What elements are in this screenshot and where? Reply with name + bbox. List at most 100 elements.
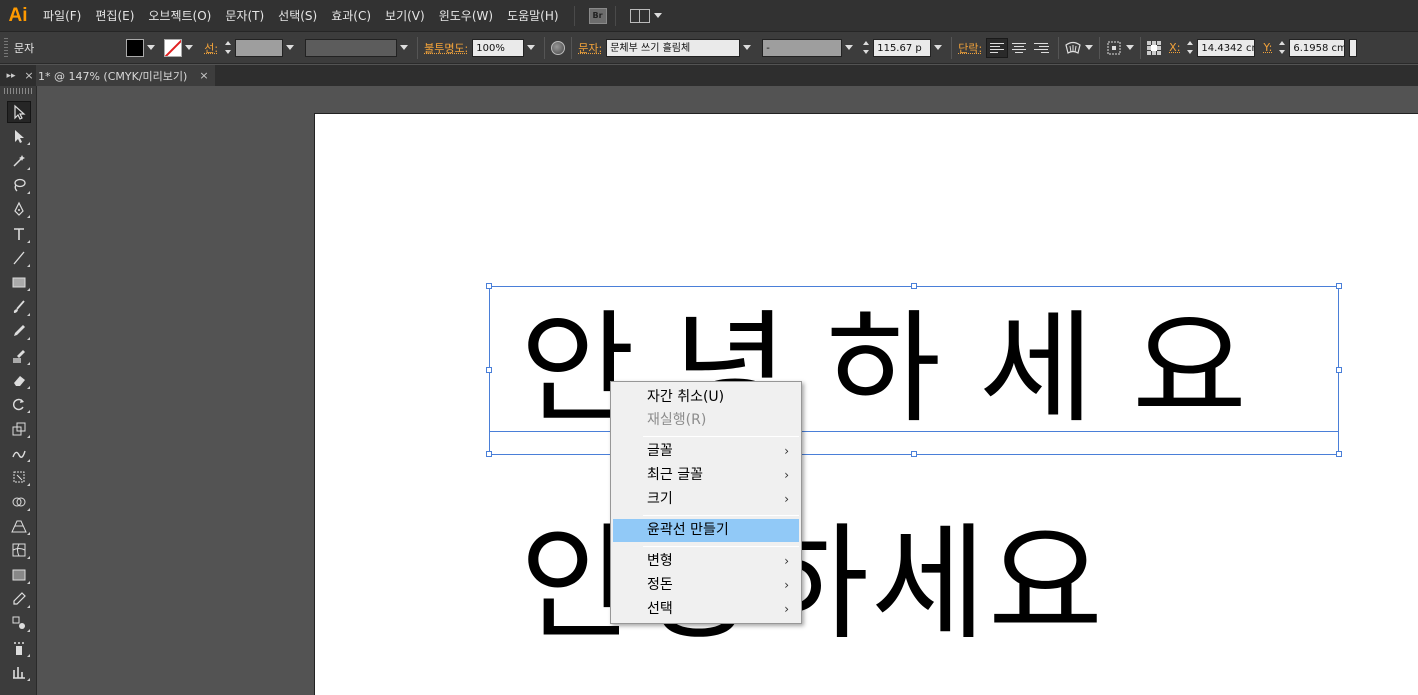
menu-item-label: 글꼴: [647, 443, 673, 459]
resize-handle[interactable]: [486, 367, 492, 373]
menu-file[interactable]: 파일(F): [36, 0, 88, 32]
canvas-text-line-2[interactable]: 안녕하세요: [520, 500, 1105, 670]
eraser-tool[interactable]: [7, 369, 31, 391]
scale-tool[interactable]: [7, 418, 31, 440]
align-objects-button[interactable]: [1106, 38, 1135, 58]
document-tab[interactable]: 1* @ 147% (CMYK/미리보기) ×: [36, 65, 215, 86]
x-field[interactable]: 14.4342 cm: [1197, 38, 1256, 57]
paragraph-label[interactable]: 단락:: [958, 40, 982, 56]
font-style-dropdown[interactable]: [842, 39, 856, 57]
blob-brush-tool[interactable]: [7, 345, 31, 367]
pen-tool[interactable]: [7, 198, 31, 220]
resize-handle[interactable]: [1336, 283, 1342, 289]
menu-object[interactable]: 오브젝트(O): [141, 0, 218, 32]
font-family-dropdown[interactable]: [740, 39, 754, 57]
column-graph-tool[interactable]: [7, 661, 31, 683]
bridge-button[interactable]: Br: [588, 6, 607, 26]
align-center-button[interactable]: [1008, 38, 1030, 58]
symbol-sprayer-tool[interactable]: [7, 637, 31, 659]
context-menu-item-transform[interactable]: 변형 ›: [613, 550, 799, 573]
character-label[interactable]: 문자:: [578, 40, 602, 56]
context-menu-item-undo-kerning[interactable]: 자간 취소(U): [613, 386, 799, 409]
mesh-tool[interactable]: [7, 539, 31, 561]
rotate-tool[interactable]: [7, 393, 31, 415]
opacity-field[interactable]: 100%: [472, 38, 525, 57]
selection-tool[interactable]: [7, 101, 31, 123]
font-family-field[interactable]: 문체부 쓰기 흘림체: [606, 38, 741, 57]
collapse-panels-icon[interactable]: ▸▸: [0, 65, 22, 86]
menu-type[interactable]: 문자(T): [218, 0, 271, 32]
envelope-warp-button[interactable]: [1065, 38, 1094, 58]
close-panel-icon[interactable]: ×: [22, 65, 36, 86]
align-left-button[interactable]: [986, 37, 1009, 58]
fill-swatch[interactable]: [126, 38, 145, 57]
paintbrush-tool[interactable]: [7, 296, 31, 318]
opacity-dropdown[interactable]: [524, 39, 538, 57]
document-tab-title: 1* @ 147% (CMYK/미리보기): [38, 69, 188, 83]
stroke-swatch[interactable]: [164, 38, 183, 57]
panel-grip[interactable]: [4, 88, 32, 94]
close-tab-icon[interactable]: ×: [199, 69, 208, 82]
profile-dropdown[interactable]: [397, 39, 411, 57]
font-size-stepper[interactable]: [860, 39, 872, 57]
stroke-dropdown[interactable]: [182, 39, 196, 57]
context-menu-item-select[interactable]: 선택 ›: [613, 598, 799, 621]
font-size-dropdown[interactable]: [931, 39, 945, 57]
y-label[interactable]: Y:: [1263, 41, 1272, 54]
opacity-label[interactable]: 불투명도:: [424, 40, 468, 56]
align-right-button[interactable]: [1030, 38, 1052, 58]
menu-effect[interactable]: 효과(C): [324, 0, 378, 32]
stroke-weight-field[interactable]: [235, 38, 284, 57]
context-menu-item-arrange[interactable]: 정돈 ›: [613, 574, 799, 597]
magic-wand-tool[interactable]: [7, 150, 31, 172]
warp-tool[interactable]: [7, 442, 31, 464]
y-stepper[interactable]: [1276, 39, 1288, 57]
submenu-arrow-icon: ›: [784, 468, 789, 482]
resize-handle[interactable]: [911, 283, 917, 289]
arrange-documents-button[interactable]: [629, 6, 662, 26]
y-field[interactable]: 6.1958 cm: [1289, 38, 1346, 57]
resize-handle[interactable]: [911, 451, 917, 457]
rectangle-tool[interactable]: [7, 271, 31, 293]
menu-window[interactable]: 윈도우(W): [432, 0, 500, 32]
context-menu-item-create-outlines[interactable]: 윤곽선 만들기: [613, 519, 799, 542]
perspective-grid-tool[interactable]: [7, 515, 31, 537]
eyedropper-tool[interactable]: [7, 588, 31, 610]
x-label[interactable]: X:: [1169, 41, 1180, 54]
lasso-tool[interactable]: [7, 174, 31, 196]
recolor-globe-icon[interactable]: [551, 40, 566, 55]
font-style-field[interactable]: -: [762, 38, 843, 57]
shape-builder-icon: [12, 497, 26, 507]
stroke-weight-stepper[interactable]: [222, 39, 234, 57]
stroke-label[interactable]: 선:: [204, 40, 218, 56]
reference-point-icon[interactable]: [1147, 40, 1162, 55]
menu-edit[interactable]: 편집(E): [88, 0, 141, 32]
blend-tool[interactable]: [7, 612, 31, 634]
x-stepper[interactable]: [1184, 39, 1196, 57]
free-transform-tool[interactable]: [7, 466, 31, 488]
stroke-weight-dropdown[interactable]: [283, 39, 297, 57]
font-size-field[interactable]: 115.67 p: [873, 38, 932, 57]
menu-help[interactable]: 도움말(H): [500, 0, 566, 32]
context-menu-item-size[interactable]: 크기 ›: [613, 488, 799, 511]
context-menu-item-font[interactable]: 글꼴 ›: [613, 440, 799, 463]
fill-dropdown[interactable]: [144, 39, 158, 57]
context-menu-item-recent-fonts[interactable]: 최근 글꼴 ›: [613, 464, 799, 487]
resize-handle[interactable]: [486, 451, 492, 457]
shape-builder-tool[interactable]: [7, 491, 31, 513]
direct-selection-tool[interactable]: [7, 125, 31, 147]
width-field[interactable]: [1349, 38, 1358, 57]
resize-handle[interactable]: [1336, 367, 1342, 373]
menu-view[interactable]: 보기(V): [378, 0, 432, 32]
pencil-tool[interactable]: [7, 320, 31, 342]
variable-width-profile[interactable]: [305, 38, 398, 57]
resize-handle[interactable]: [1336, 451, 1342, 457]
blend-icon: [12, 616, 25, 630]
menu-select[interactable]: 선택(S): [271, 0, 324, 32]
menu-item-label: 최근 글꼴: [647, 467, 703, 483]
resize-handle[interactable]: [486, 283, 492, 289]
type-tool[interactable]: [7, 223, 31, 245]
gradient-tool[interactable]: [7, 564, 31, 586]
panel-grip[interactable]: [4, 37, 8, 58]
line-tool[interactable]: [7, 247, 31, 269]
